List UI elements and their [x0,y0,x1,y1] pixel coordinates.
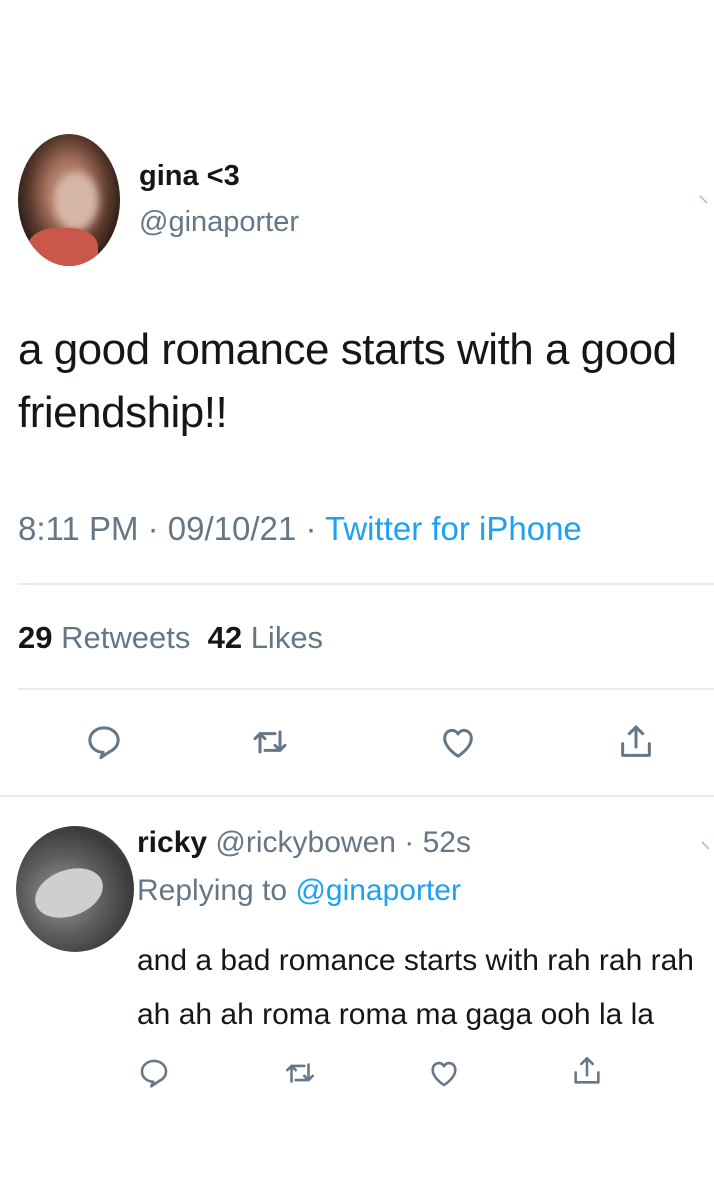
replying-to: Replying to @ginaporter [137,874,461,908]
share-icon[interactable] [616,722,656,762]
share-icon[interactable] [570,1054,604,1088]
divider [18,583,714,585]
retweets-stat[interactable]: 29 Retweets [18,620,190,655]
retweet-icon[interactable] [250,722,290,762]
divider [0,795,714,797]
author-avatar[interactable] [18,134,120,266]
tweet-source-link[interactable]: Twitter for iPhone [325,510,582,547]
retweet-icon[interactable] [283,1056,317,1090]
reply-menu-chevron-icon[interactable] [700,838,712,850]
reply-author-handle[interactable]: @rickybowen [215,826,396,859]
replying-to-mention-link[interactable]: @ginaporter [295,874,461,907]
tweet-stats: 29 Retweets 42 Likes [18,620,323,656]
tweet-text: a good romance starts with a good friend… [18,325,677,437]
like-icon[interactable] [438,722,478,762]
like-icon[interactable] [427,1056,461,1090]
reply-author-avatar[interactable] [16,826,134,952]
tweet-date: 09/10/21 [167,510,297,547]
reply-author-display-name[interactable]: ricky [137,826,207,859]
retweets-label: Retweets [61,620,191,655]
retweets-count: 29 [18,620,53,655]
reply-text: and a bad romance starts with rah rah ra… [137,944,694,1031]
reply-icon[interactable] [137,1056,171,1090]
divider [18,688,714,690]
likes-stat[interactable]: 42 Likes [208,620,323,655]
separator-dot: · [147,510,168,547]
tweet-menu-chevron-icon[interactable] [698,192,710,204]
reply-icon[interactable] [84,722,124,762]
reply-header: ricky @rickybowen · 52s [137,826,471,860]
reply-timestamp[interactable]: 52s [423,826,471,859]
author-display-name[interactable]: gina <3 [139,160,240,193]
tweet-metadata: 8:11 PM · 09/10/21 · Twitter for iPhone [18,510,582,548]
likes-label: Likes [250,620,324,655]
replying-to-label: Replying to [137,874,288,907]
separator-dot: · [395,826,423,859]
likes-count: 42 [207,620,243,655]
author-handle[interactable]: @ginaporter [139,206,299,239]
separator-dot: · [305,510,325,547]
tweet-time: 8:11 PM [18,510,139,547]
